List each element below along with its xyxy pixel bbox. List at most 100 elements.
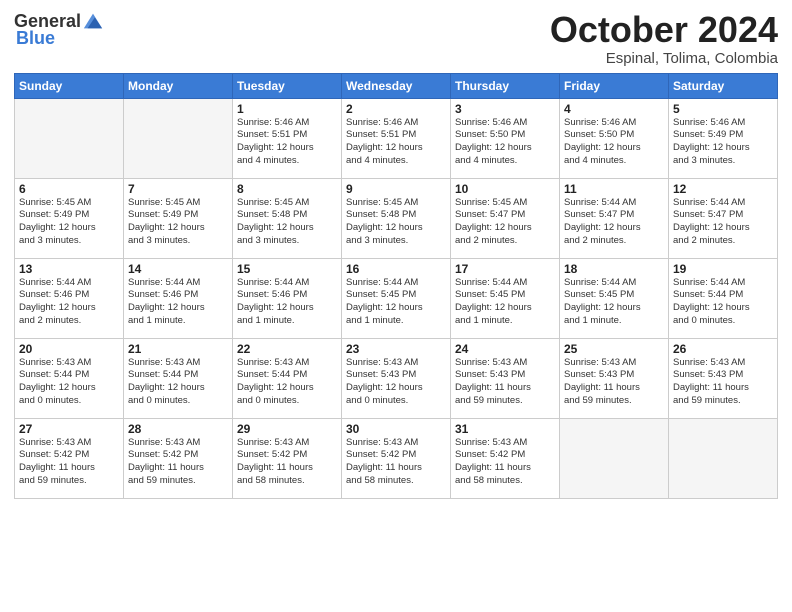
day-info: Sunrise: 5:45 AM Sunset: 5:49 PM Dayligh… [19, 197, 119, 248]
day-info: Sunrise: 5:44 AM Sunset: 5:44 PM Dayligh… [673, 277, 773, 328]
logo: General Blue [14, 10, 104, 49]
calendar-cell: 6Sunrise: 5:45 AM Sunset: 5:49 PM Daylig… [15, 178, 124, 258]
calendar-week-row: 13Sunrise: 5:44 AM Sunset: 5:46 PM Dayli… [15, 258, 778, 338]
main-container: General Blue October 2024 Espinal, Tolim… [0, 0, 792, 507]
calendar-cell: 29Sunrise: 5:43 AM Sunset: 5:42 PM Dayli… [233, 418, 342, 498]
day-number: 31 [455, 422, 555, 436]
day-info: Sunrise: 5:45 AM Sunset: 5:48 PM Dayligh… [346, 197, 446, 248]
day-number: 27 [19, 422, 119, 436]
calendar-cell: 21Sunrise: 5:43 AM Sunset: 5:44 PM Dayli… [124, 338, 233, 418]
calendar-cell: 4Sunrise: 5:46 AM Sunset: 5:50 PM Daylig… [560, 98, 669, 178]
day-info: Sunrise: 5:43 AM Sunset: 5:44 PM Dayligh… [237, 357, 337, 408]
calendar-cell: 27Sunrise: 5:43 AM Sunset: 5:42 PM Dayli… [15, 418, 124, 498]
day-info: Sunrise: 5:43 AM Sunset: 5:42 PM Dayligh… [237, 437, 337, 488]
calendar-cell: 24Sunrise: 5:43 AM Sunset: 5:43 PM Dayli… [451, 338, 560, 418]
day-number: 28 [128, 422, 228, 436]
calendar-cell: 31Sunrise: 5:43 AM Sunset: 5:42 PM Dayli… [451, 418, 560, 498]
day-number: 1 [237, 102, 337, 116]
day-info: Sunrise: 5:46 AM Sunset: 5:50 PM Dayligh… [455, 117, 555, 168]
day-number: 21 [128, 342, 228, 356]
calendar-cell: 12Sunrise: 5:44 AM Sunset: 5:47 PM Dayli… [669, 178, 778, 258]
day-number: 18 [564, 262, 664, 276]
calendar-week-row: 20Sunrise: 5:43 AM Sunset: 5:44 PM Dayli… [15, 338, 778, 418]
day-info: Sunrise: 5:43 AM Sunset: 5:43 PM Dayligh… [673, 357, 773, 408]
calendar-cell: 22Sunrise: 5:43 AM Sunset: 5:44 PM Dayli… [233, 338, 342, 418]
logo-blue: Blue [16, 28, 55, 49]
day-number: 10 [455, 182, 555, 196]
day-info: Sunrise: 5:43 AM Sunset: 5:42 PM Dayligh… [19, 437, 119, 488]
calendar-cell: 10Sunrise: 5:45 AM Sunset: 5:47 PM Dayli… [451, 178, 560, 258]
day-info: Sunrise: 5:43 AM Sunset: 5:43 PM Dayligh… [564, 357, 664, 408]
calendar-cell [124, 98, 233, 178]
calendar-day-header: Wednesday [342, 73, 451, 98]
calendar-cell: 11Sunrise: 5:44 AM Sunset: 5:47 PM Dayli… [560, 178, 669, 258]
day-number: 19 [673, 262, 773, 276]
day-number: 8 [237, 182, 337, 196]
day-info: Sunrise: 5:46 AM Sunset: 5:51 PM Dayligh… [346, 117, 446, 168]
logo-icon [82, 10, 104, 32]
calendar-cell: 16Sunrise: 5:44 AM Sunset: 5:45 PM Dayli… [342, 258, 451, 338]
calendar-cell: 18Sunrise: 5:44 AM Sunset: 5:45 PM Dayli… [560, 258, 669, 338]
day-number: 20 [19, 342, 119, 356]
day-info: Sunrise: 5:46 AM Sunset: 5:50 PM Dayligh… [564, 117, 664, 168]
calendar-day-header: Saturday [669, 73, 778, 98]
calendar-header-row: SundayMondayTuesdayWednesdayThursdayFrid… [15, 73, 778, 98]
day-number: 30 [346, 422, 446, 436]
day-info: Sunrise: 5:43 AM Sunset: 5:42 PM Dayligh… [455, 437, 555, 488]
day-info: Sunrise: 5:43 AM Sunset: 5:44 PM Dayligh… [128, 357, 228, 408]
day-info: Sunrise: 5:45 AM Sunset: 5:47 PM Dayligh… [455, 197, 555, 248]
day-number: 29 [237, 422, 337, 436]
calendar-week-row: 6Sunrise: 5:45 AM Sunset: 5:49 PM Daylig… [15, 178, 778, 258]
calendar-cell: 23Sunrise: 5:43 AM Sunset: 5:43 PM Dayli… [342, 338, 451, 418]
day-number: 15 [237, 262, 337, 276]
day-info: Sunrise: 5:46 AM Sunset: 5:51 PM Dayligh… [237, 117, 337, 168]
calendar-week-row: 1Sunrise: 5:46 AM Sunset: 5:51 PM Daylig… [15, 98, 778, 178]
day-info: Sunrise: 5:44 AM Sunset: 5:46 PM Dayligh… [237, 277, 337, 328]
day-number: 17 [455, 262, 555, 276]
calendar-cell: 20Sunrise: 5:43 AM Sunset: 5:44 PM Dayli… [15, 338, 124, 418]
calendar-cell: 2Sunrise: 5:46 AM Sunset: 5:51 PM Daylig… [342, 98, 451, 178]
calendar-cell: 28Sunrise: 5:43 AM Sunset: 5:42 PM Dayli… [124, 418, 233, 498]
header: General Blue October 2024 Espinal, Tolim… [14, 10, 778, 67]
month-title: October 2024 [550, 10, 778, 50]
calendar-cell [560, 418, 669, 498]
calendar-table: SundayMondayTuesdayWednesdayThursdayFrid… [14, 73, 778, 499]
calendar-cell: 19Sunrise: 5:44 AM Sunset: 5:44 PM Dayli… [669, 258, 778, 338]
day-number: 3 [455, 102, 555, 116]
calendar-day-header: Monday [124, 73, 233, 98]
day-number: 4 [564, 102, 664, 116]
day-info: Sunrise: 5:45 AM Sunset: 5:49 PM Dayligh… [128, 197, 228, 248]
day-info: Sunrise: 5:43 AM Sunset: 5:44 PM Dayligh… [19, 357, 119, 408]
day-info: Sunrise: 5:44 AM Sunset: 5:47 PM Dayligh… [564, 197, 664, 248]
location: Espinal, Tolima, Colombia [550, 50, 778, 67]
day-number: 26 [673, 342, 773, 356]
calendar-day-header: Thursday [451, 73, 560, 98]
calendar-cell [669, 418, 778, 498]
day-number: 16 [346, 262, 446, 276]
day-info: Sunrise: 5:43 AM Sunset: 5:42 PM Dayligh… [346, 437, 446, 488]
title-section: October 2024 Espinal, Tolima, Colombia [550, 10, 778, 67]
day-info: Sunrise: 5:44 AM Sunset: 5:45 PM Dayligh… [346, 277, 446, 328]
day-number: 23 [346, 342, 446, 356]
day-number: 2 [346, 102, 446, 116]
day-info: Sunrise: 5:44 AM Sunset: 5:45 PM Dayligh… [564, 277, 664, 328]
day-number: 13 [19, 262, 119, 276]
day-number: 25 [564, 342, 664, 356]
calendar-day-header: Friday [560, 73, 669, 98]
day-number: 22 [237, 342, 337, 356]
day-info: Sunrise: 5:43 AM Sunset: 5:43 PM Dayligh… [346, 357, 446, 408]
calendar-day-header: Tuesday [233, 73, 342, 98]
calendar-cell: 9Sunrise: 5:45 AM Sunset: 5:48 PM Daylig… [342, 178, 451, 258]
day-number: 7 [128, 182, 228, 196]
calendar-cell: 13Sunrise: 5:44 AM Sunset: 5:46 PM Dayli… [15, 258, 124, 338]
day-number: 5 [673, 102, 773, 116]
calendar-cell: 14Sunrise: 5:44 AM Sunset: 5:46 PM Dayli… [124, 258, 233, 338]
day-info: Sunrise: 5:44 AM Sunset: 5:46 PM Dayligh… [19, 277, 119, 328]
day-number: 6 [19, 182, 119, 196]
day-info: Sunrise: 5:44 AM Sunset: 5:47 PM Dayligh… [673, 197, 773, 248]
day-number: 14 [128, 262, 228, 276]
calendar-week-row: 27Sunrise: 5:43 AM Sunset: 5:42 PM Dayli… [15, 418, 778, 498]
day-info: Sunrise: 5:44 AM Sunset: 5:46 PM Dayligh… [128, 277, 228, 328]
day-info: Sunrise: 5:43 AM Sunset: 5:42 PM Dayligh… [128, 437, 228, 488]
day-info: Sunrise: 5:46 AM Sunset: 5:49 PM Dayligh… [673, 117, 773, 168]
